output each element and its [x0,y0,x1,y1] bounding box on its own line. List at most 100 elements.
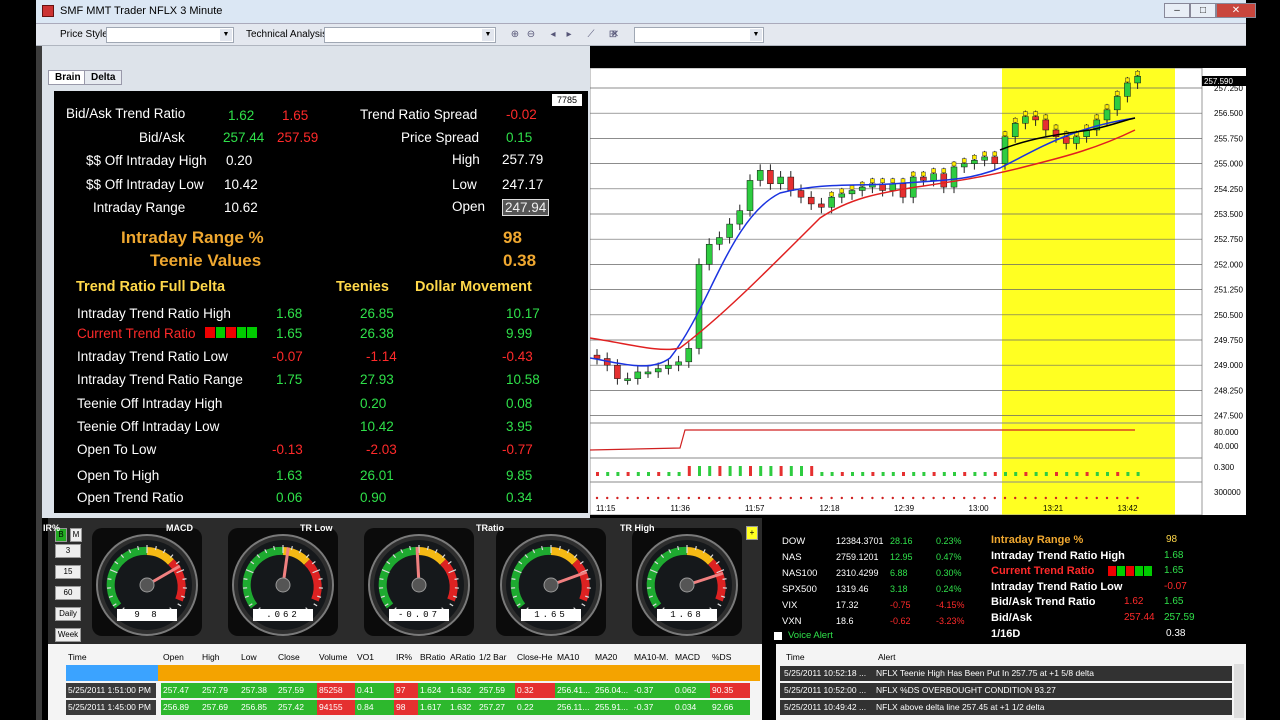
dot-marker [759,496,762,500]
dot-marker [718,496,721,500]
signal-marker [982,151,987,157]
grid-cell[interactable]: 90.35 [710,683,750,698]
volume-bar [667,472,671,476]
summary-label: Intraday Trend Ratio High [991,549,1125,562]
trend-row-dollar: -0.77 [502,442,533,457]
dot-marker [983,496,986,500]
grid-cell[interactable]: 97 [394,683,418,698]
price-tick-label: 248.250 [1214,386,1243,395]
trend-row-value: 1.63 [276,468,303,483]
grid-cell[interactable]: 0.32 [515,683,555,698]
signal-marker [870,178,875,184]
close-button[interactable]: ✕ [1216,3,1256,18]
voice-alert-checkbox[interactable] [774,632,782,640]
grid-cell[interactable]: 257.27 [477,700,515,715]
grid-cell[interactable]: 1.617 [418,700,448,715]
arrow-right-icon[interactable]: ▸ [562,28,576,42]
maximize-button[interactable]: □ [1190,3,1216,18]
clear-icon[interactable]: ✕ [608,28,622,42]
technical-analysis-select[interactable]: ▼ [324,27,496,43]
chart-m-button[interactable]: M [70,528,82,542]
draw-line-icon[interactable]: ⟋ [584,28,598,42]
signal-marker [1023,111,1028,116]
grid-cell[interactable]: 94155 [317,700,355,715]
grid-header: MA10-M. [634,652,669,662]
grid-cell[interactable]: 0.22 [515,700,555,715]
volume-bar [800,466,803,476]
grid-cell[interactable]: 0.41 [355,683,394,698]
minimize-button[interactable]: – [1164,3,1190,18]
signal-marker [992,151,998,157]
grid-header: MACD [675,652,701,662]
grid-cell[interactable]: 98 [394,700,418,715]
summary-label: Intraday Trend Ratio Low [991,580,1123,593]
trend-row-dollar: -0.43 [502,349,533,364]
candle-body [1001,136,1009,164]
add-gauge-button[interactable]: + [746,526,758,540]
trend-row-teenies: 26.85 [360,306,394,321]
grid-cell[interactable]: 255.91... [593,700,632,715]
grid-cell[interactable]: 257.79 [200,683,239,698]
price-style-select[interactable]: ▼ [106,27,234,43]
grid-cell[interactable]: -0.37 [632,700,673,715]
label-trend-ratio-spread: Trend Ratio Spread [360,107,478,122]
candle-body [665,364,672,369]
grid-cell[interactable]: 0.034 [673,700,710,715]
grid-cell[interactable]: 257.42 [276,700,317,715]
grid-cell[interactable]: 257.69 [200,700,239,715]
grid-cell[interactable]: 0.062 [673,683,710,698]
timeframe-button[interactable]: 3 [55,544,81,558]
zoom-out-icon[interactable]: ⊖ [524,28,538,42]
signal-marker [1033,111,1038,116]
grid-cell[interactable]: 257.38 [239,683,276,698]
grid-cell[interactable]: 257.59 [477,683,515,698]
trend-row-value: 1.68 [276,306,303,321]
summary-value-2: 0.38 [1166,627,1186,639]
symbol-select[interactable]: ▼ [634,27,764,43]
zoom-in-icon[interactable]: ⊕ [508,28,522,42]
arrow-left-icon[interactable]: ◂ [546,28,560,42]
trend-row-label: Teenie Off Intraday High [77,396,223,411]
grid-cell[interactable]: 5/25/2011 1:45:00 PM [66,700,156,715]
market-symbol: SPX500 [782,584,817,595]
grid-cell[interactable]: -0.37 [632,683,673,698]
timeframe-button[interactable]: 15 [55,565,81,579]
grid-cell[interactable]: 256.89 [161,700,200,715]
grid-cell[interactable]: 1.632 [448,700,477,715]
grid-cell[interactable]: 0.84 [355,700,394,715]
last-price-label: 257.590 [1204,77,1233,86]
grid-cell[interactable]: 256.04... [593,683,632,698]
summary-value-1: 257.44 [1124,612,1155,623]
value-open[interactable]: 247.94 [502,199,550,216]
grid-cell[interactable]: 1.632 [448,683,477,698]
alert-row[interactable]: 5/25/2011 10:52:18 ... NFLX Teenie High H… [780,666,1232,681]
grid-cell[interactable]: 256.11... [555,700,593,715]
dot-marker [932,496,935,500]
grid-cell[interactable]: 1.624 [418,683,448,698]
volume-bar [820,472,824,476]
grid-cell[interactable]: 257.47 [161,683,200,698]
grid-cell[interactable]: 92.66 [710,700,750,715]
summary-label: Bid/Ask [991,612,1032,624]
grid-cell[interactable]: 257.59 [276,683,317,698]
price-chart[interactable]: 257.250256.500255.750255.000254.250253.5… [590,68,1246,515]
alert-row[interactable]: 5/25/2011 10:49:42 ... NFLX above delta l… [780,700,1232,715]
tab-delta[interactable]: Delta [84,70,123,85]
label-teenie-values: Teenie Values [150,251,262,270]
price-tick-label: 252.000 [1214,260,1243,269]
window-title: SMF MMT Trader NFLX 3 Minute [60,5,223,17]
market-change: -0.62 [890,616,911,626]
tab-brain[interactable]: Brain [48,70,88,85]
volume-bar [728,466,732,476]
timeframe-button[interactable]: 60 [55,586,81,600]
grid-cell[interactable]: 5/25/2011 1:51:00 PM [66,683,156,698]
timeframe-button[interactable]: Week [55,628,81,642]
grid-cell[interactable]: 256.41... [555,683,593,698]
grid-cell[interactable]: 256.85 [239,700,276,715]
grid-header: ARatio [450,652,476,662]
alerts-scrollbar[interactable] [1234,664,1244,718]
timeframe-button[interactable]: Daily [55,607,81,621]
candle-body [756,170,764,181]
grid-cell[interactable]: 85258 [317,683,355,698]
alert-row[interactable]: 5/25/2011 10:52:00 ... NFLX %DS OVERBOUGH… [780,683,1232,698]
